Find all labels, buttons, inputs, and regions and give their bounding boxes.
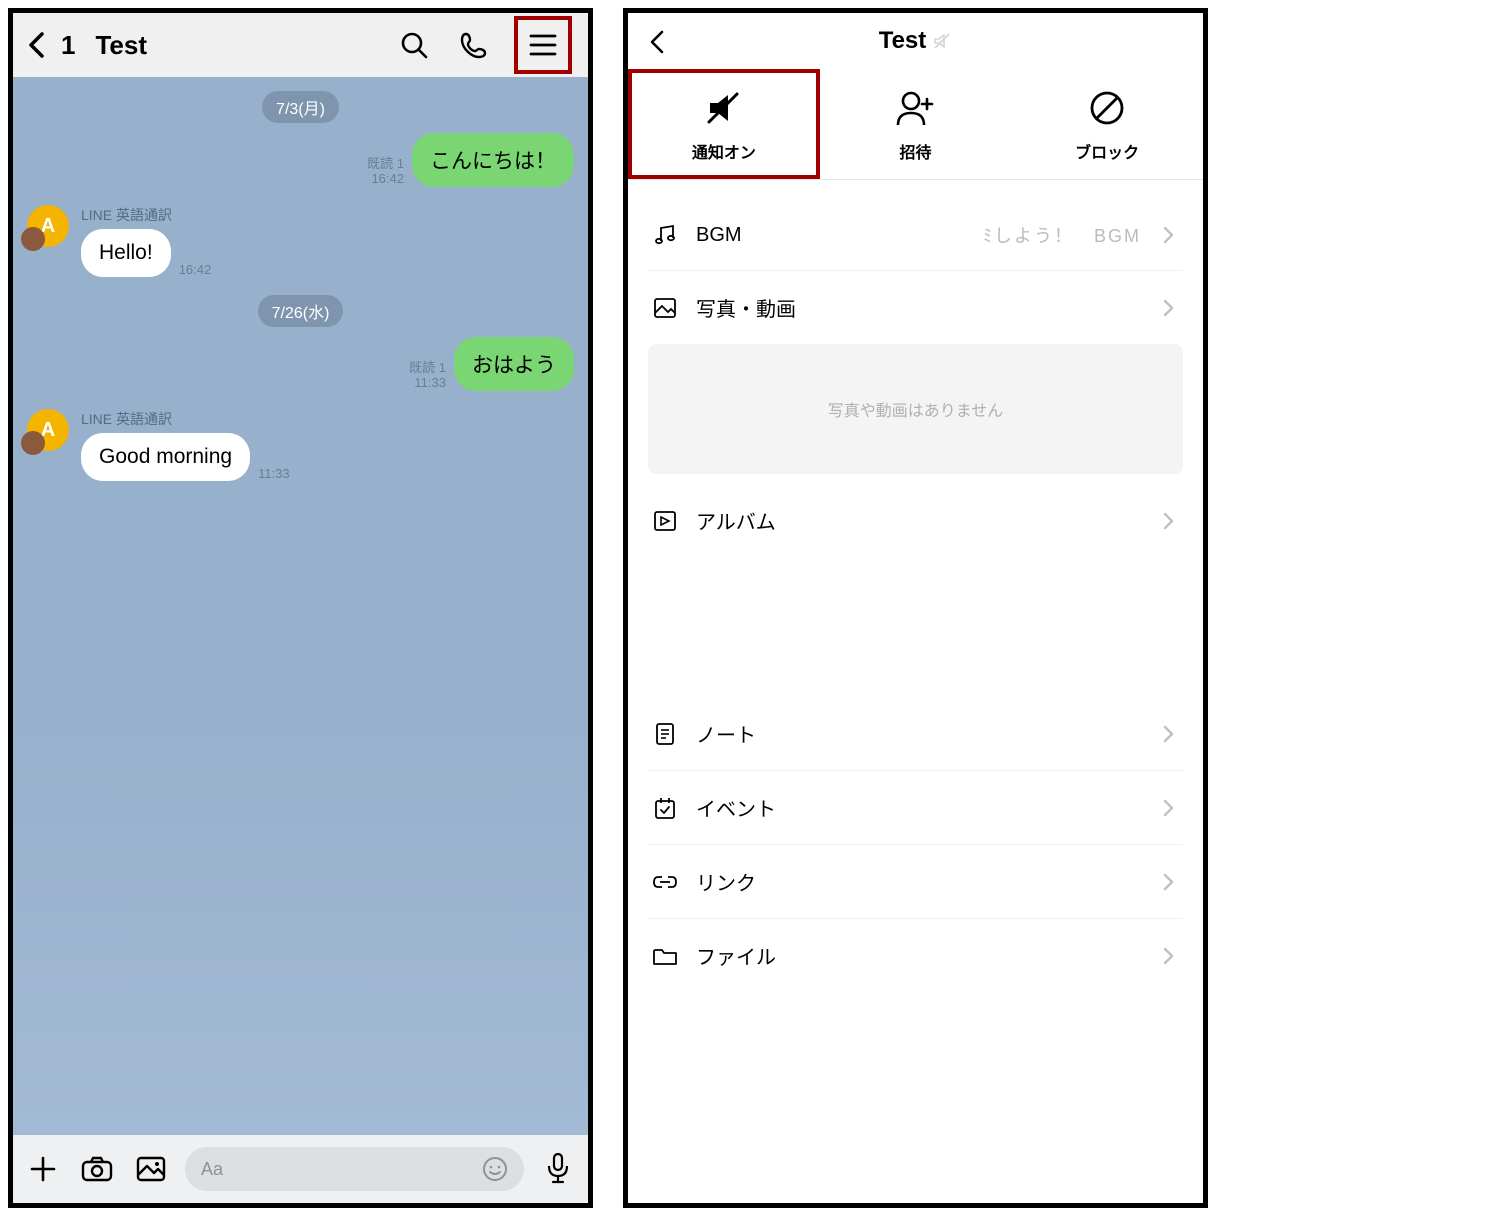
sender-name: LINE 英語通訳 <box>81 409 290 429</box>
menu-label: リンク <box>696 867 1141 896</box>
camera-icon[interactable] <box>77 1149 117 1189</box>
message-time: 16:42 <box>367 171 404 187</box>
settings-title: Test <box>879 27 927 55</box>
member-count: 1 <box>61 30 75 61</box>
message-time: 16:42 <box>179 262 212 277</box>
muted-icon <box>932 31 952 51</box>
bgm-preview: ﾐしよう！ BGM <box>983 222 1141 248</box>
chat-header: 1 Test <box>13 13 588 77</box>
chevron-right-icon <box>1159 724 1179 744</box>
chat-screen: 1 Test 7/3(月) 既読 1 16:42 こんにちは！ A LINE <box>8 8 593 1208</box>
read-label: 既読 1 <box>367 156 404 172</box>
block-button[interactable]: ブロック <box>1011 69 1203 179</box>
read-label: 既読 1 <box>409 360 446 376</box>
image-icon[interactable] <box>131 1149 171 1189</box>
incoming-message: A LINE 英語通訳 Hello! 16:42 <box>13 205 588 277</box>
back-button[interactable] <box>642 27 672 57</box>
chat-footer: Aa <box>13 1135 588 1203</box>
note-icon <box>652 721 678 747</box>
chat-title: Test <box>95 30 147 61</box>
menu-icon[interactable] <box>514 16 572 74</box>
album-icon <box>652 508 678 534</box>
message-bubble[interactable]: Hello! <box>81 229 171 277</box>
avatar[interactable]: A <box>27 205 69 247</box>
call-icon[interactable] <box>454 25 494 65</box>
chat-settings-screen: Test 通知オン 招待 ブロック <box>623 8 1208 1208</box>
menu-file[interactable]: ファイル <box>648 919 1183 992</box>
menu-bgm[interactable]: BGM ﾐしよう！ BGM <box>648 200 1183 271</box>
chat-body[interactable]: 7/3(月) 既読 1 16:42 こんにちは！ A LINE 英語通訳 Hel… <box>13 77 588 1135</box>
input-placeholder: Aa <box>201 1159 223 1180</box>
calendar-icon <box>652 795 678 821</box>
menu-label: BGM <box>696 224 965 247</box>
image-icon <box>652 295 678 321</box>
speaker-off-icon <box>703 87 745 129</box>
message-bubble[interactable]: おはよう <box>454 337 574 391</box>
emoji-icon[interactable] <box>482 1156 508 1182</box>
message-bubble[interactable]: こんにちは！ <box>412 133 574 187</box>
settings-header: Test <box>628 13 1203 69</box>
message-bubble[interactable]: Good morning <box>81 433 250 481</box>
incoming-message: A LINE 英語通訳 Good morning 11:33 <box>13 409 588 481</box>
menu-label: ファイル <box>696 941 1141 970</box>
menu-label: アルバム <box>696 506 1141 535</box>
photos-empty-state: 写真や動画はありません <box>648 344 1183 474</box>
notify-toggle[interactable]: 通知オン <box>628 69 820 179</box>
plus-icon[interactable] <box>23 1149 63 1189</box>
date-divider: 7/26(水) <box>258 295 344 327</box>
chevron-right-icon <box>1159 798 1179 818</box>
search-icon[interactable] <box>394 25 434 65</box>
chevron-right-icon <box>1159 872 1179 892</box>
folder-icon <box>652 943 678 969</box>
menu-note[interactable]: ノート <box>648 697 1183 771</box>
invite-button[interactable]: 招待 <box>820 69 1012 179</box>
message-input[interactable]: Aa <box>185 1147 524 1191</box>
date-divider: 7/3(月) <box>262 91 339 123</box>
message-time: 11:33 <box>409 375 446 391</box>
menu-link[interactable]: リンク <box>648 845 1183 919</box>
menu-album[interactable]: アルバム <box>648 484 1183 557</box>
outgoing-message: 既読 1 16:42 こんにちは！ <box>13 133 588 187</box>
action-label: ブロック <box>1075 139 1139 163</box>
settings-menu: BGM ﾐしよう！ BGM 写真・動画 <box>628 200 1203 344</box>
sender-name: LINE 英語通訳 <box>81 205 211 225</box>
back-button[interactable] <box>23 31 51 59</box>
avatar[interactable]: A <box>27 409 69 451</box>
menu-label: ノート <box>696 719 1141 748</box>
outgoing-message: 既読 1 11:33 おはよう <box>13 337 588 391</box>
mic-icon[interactable] <box>538 1149 578 1189</box>
menu-photos[interactable]: 写真・動画 <box>648 271 1183 344</box>
add-user-icon <box>895 87 937 129</box>
action-label: 通知オン <box>692 139 756 163</box>
action-label: 招待 <box>900 139 932 163</box>
action-row: 通知オン 招待 ブロック <box>628 69 1203 180</box>
chevron-right-icon <box>1159 511 1179 531</box>
music-icon <box>652 222 678 248</box>
chevron-right-icon <box>1159 298 1179 318</box>
menu-event[interactable]: イベント <box>648 771 1183 845</box>
link-icon <box>652 869 678 895</box>
empty-text: 写真や動画はありません <box>828 397 1004 421</box>
chevron-right-icon <box>1159 946 1179 966</box>
chevron-right-icon <box>1159 225 1179 245</box>
message-time: 11:33 <box>258 466 290 481</box>
menu-label: イベント <box>696 793 1141 822</box>
block-icon <box>1086 87 1128 129</box>
menu-label: 写真・動画 <box>696 293 1141 322</box>
